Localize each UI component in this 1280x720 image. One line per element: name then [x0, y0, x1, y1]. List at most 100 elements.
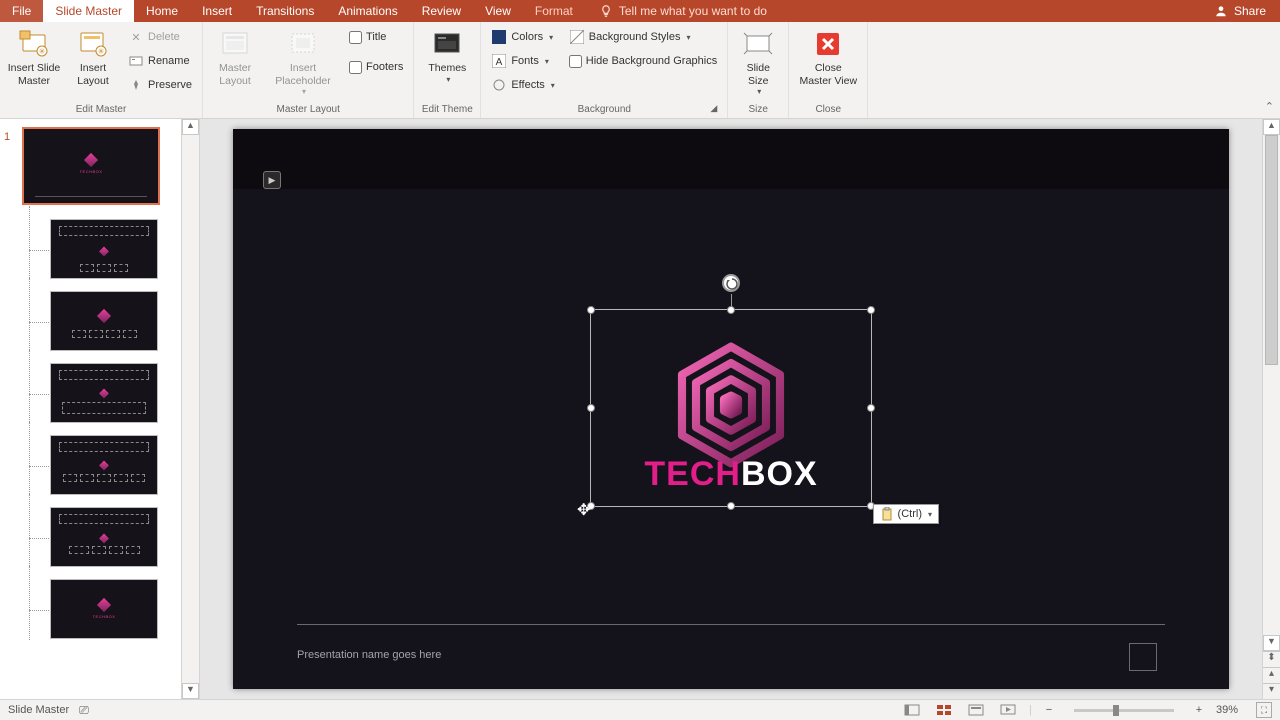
animation-play-button[interactable]: ▶ — [263, 171, 281, 189]
logo-text-b: BOX — [741, 455, 818, 493]
tab-review[interactable]: Review — [410, 0, 473, 22]
footer-placeholder[interactable]: Presentation name goes here — [297, 649, 441, 661]
group-label-edit-theme: Edit Theme — [420, 102, 474, 118]
svg-text:✳: ✳ — [39, 47, 46, 56]
logo-hex-icon — [672, 342, 790, 473]
accessibility-icon[interactable]: ⎚ — [79, 703, 89, 718]
prev-slide-button[interactable]: ⬍ — [1263, 651, 1280, 667]
normal-view-button[interactable] — [901, 702, 923, 718]
status-bar: Slide Master ⎚ | − + 39% ⛶ — [0, 699, 1280, 720]
effects-button[interactable]: Effects▾ — [487, 74, 558, 96]
insert-placeholder-button[interactable]: Insert Placeholder ▾ — [267, 26, 339, 102]
footers-checkbox-label: Footers — [366, 61, 403, 73]
insert-slide-master-label: Insert Slide Master — [8, 62, 61, 87]
scroll-down-icon[interactable]: ▼ — [182, 683, 199, 699]
tab-insert[interactable]: Insert — [190, 0, 244, 22]
scroll-up-icon[interactable]: ▲ — [182, 119, 199, 135]
group-size: Slide Size ▾ Size — [728, 22, 789, 118]
master-thumbnail[interactable]: 1 TECHBOX — [6, 127, 175, 205]
footers-checkbox-input[interactable] — [349, 61, 362, 74]
master-layout-icon — [219, 28, 251, 60]
hide-background-checkbox[interactable]: Hide Background Graphics — [565, 50, 721, 72]
resize-handle-nw[interactable] — [587, 306, 595, 314]
paste-options-flyout[interactable]: (Ctrl) ▾ — [873, 504, 939, 524]
slide-top-band — [233, 129, 1229, 189]
reading-view-button[interactable] — [965, 702, 987, 718]
layout-thumbnail-6[interactable]: TECHBOX — [50, 579, 158, 639]
title-checkbox[interactable]: Title — [345, 26, 407, 48]
zoom-in-button[interactable]: + — [1192, 704, 1206, 716]
group-edit-theme: Themes ▾ Edit Theme — [414, 22, 481, 118]
title-checkbox-input[interactable] — [349, 31, 362, 44]
tab-slide-master[interactable]: Slide Master — [43, 0, 134, 22]
tab-format[interactable]: Format — [523, 0, 585, 22]
insert-slide-master-button[interactable]: ✳ Insert Slide Master — [6, 26, 62, 102]
tab-view[interactable]: View — [473, 0, 523, 22]
resize-handle-n[interactable] — [727, 306, 735, 314]
preserve-button[interactable]: Preserve — [124, 74, 196, 96]
rename-button[interactable]: Rename — [124, 50, 196, 72]
resize-handle-ne[interactable] — [867, 306, 875, 314]
clipboard-icon — [880, 507, 894, 521]
layout-thumbnail-3[interactable] — [50, 363, 158, 423]
zoom-out-button[interactable]: − — [1042, 704, 1056, 716]
hide-background-input[interactable] — [569, 55, 582, 68]
tab-animations[interactable]: Animations — [326, 0, 409, 22]
background-styles-label: Background Styles — [589, 31, 681, 43]
background-styles-button[interactable]: Background Styles▾ — [565, 26, 721, 48]
insert-layout-icon: ✳ — [77, 28, 109, 60]
tab-transitions[interactable]: Transitions — [244, 0, 326, 22]
dialog-launcher-icon[interactable]: ◢ — [710, 103, 717, 114]
rename-label: Rename — [148, 55, 190, 67]
slide-size-button[interactable]: Slide Size ▾ — [734, 26, 782, 102]
tell-me-search[interactable]: Tell me what you want to do — [585, 0, 1200, 22]
next-slide-nav[interactable]: ▾ — [1263, 683, 1280, 699]
master-index: 1 — [4, 131, 10, 143]
share-button[interactable]: Share — [1200, 0, 1280, 22]
footers-checkbox[interactable]: Footers — [345, 56, 407, 78]
layout-thumbnail-4[interactable] — [50, 435, 158, 495]
group-label-background: Background◢ — [487, 102, 721, 118]
effects-icon — [491, 77, 507, 93]
fonts-button[interactable]: A Fonts▾ — [487, 50, 558, 72]
resize-handle-w[interactable] — [587, 404, 595, 412]
layout-thumbnail-2[interactable] — [50, 291, 158, 351]
close-master-view-button[interactable]: Close Master View — [795, 26, 861, 102]
svg-text:A: A — [496, 57, 503, 68]
selected-object[interactable]: TECHBOX ✥ (Ctrl) ▾ — [590, 309, 872, 507]
group-label-size: Size — [734, 102, 782, 118]
tab-file[interactable]: File — [0, 0, 43, 22]
themes-button[interactable]: Themes ▾ — [420, 26, 474, 102]
scroll-down-icon[interactable]: ▼ — [1263, 635, 1280, 651]
scroll-thumb[interactable] — [1265, 135, 1278, 365]
slide-number-placeholder[interactable] — [1129, 643, 1157, 671]
thumbnail-panel: 1 TECHBOX — [0, 119, 182, 699]
layout-thumbnail-1[interactable] — [50, 219, 158, 279]
prev-slide-nav[interactable]: ▴ — [1263, 667, 1280, 683]
status-mode: Slide Master — [8, 704, 69, 716]
slide-canvas[interactable]: ▶ — [233, 129, 1229, 689]
scroll-track[interactable] — [1263, 135, 1280, 635]
master-layout-label: Master Layout — [219, 62, 251, 87]
fit-to-window-button[interactable]: ⛶ — [1256, 702, 1272, 718]
title-checkbox-label: Title — [366, 31, 386, 43]
sorter-view-button[interactable] — [933, 702, 955, 718]
zoom-slider[interactable] — [1074, 709, 1174, 712]
scroll-up-icon[interactable]: ▲ — [1263, 119, 1280, 135]
rotation-handle[interactable] — [722, 274, 740, 292]
resize-handle-s[interactable] — [727, 502, 735, 510]
delete-button[interactable]: ✕ Delete — [124, 26, 196, 48]
insert-layout-button[interactable]: ✳ Insert Layout — [68, 26, 118, 102]
slide-master-icon: ✳ — [18, 28, 50, 60]
resize-handle-e[interactable] — [867, 404, 875, 412]
master-layout-button[interactable]: Master Layout — [209, 26, 261, 102]
slideshow-view-button[interactable] — [997, 702, 1019, 718]
collapse-ribbon-button[interactable]: ⌃ — [1265, 100, 1274, 113]
tab-home[interactable]: Home — [134, 0, 190, 22]
layout-thumbnail-5[interactable] — [50, 507, 158, 567]
colors-button[interactable]: Colors▾ — [487, 26, 558, 48]
chevron-down-icon: ▾ — [549, 33, 553, 42]
canvas-scrollbar[interactable]: ▲ ▼ ⬍ ▴ ▾ — [1262, 119, 1280, 699]
thumbnail-scrollbar[interactable]: ▲ ▼ — [182, 119, 200, 699]
fonts-icon: A — [491, 53, 507, 69]
